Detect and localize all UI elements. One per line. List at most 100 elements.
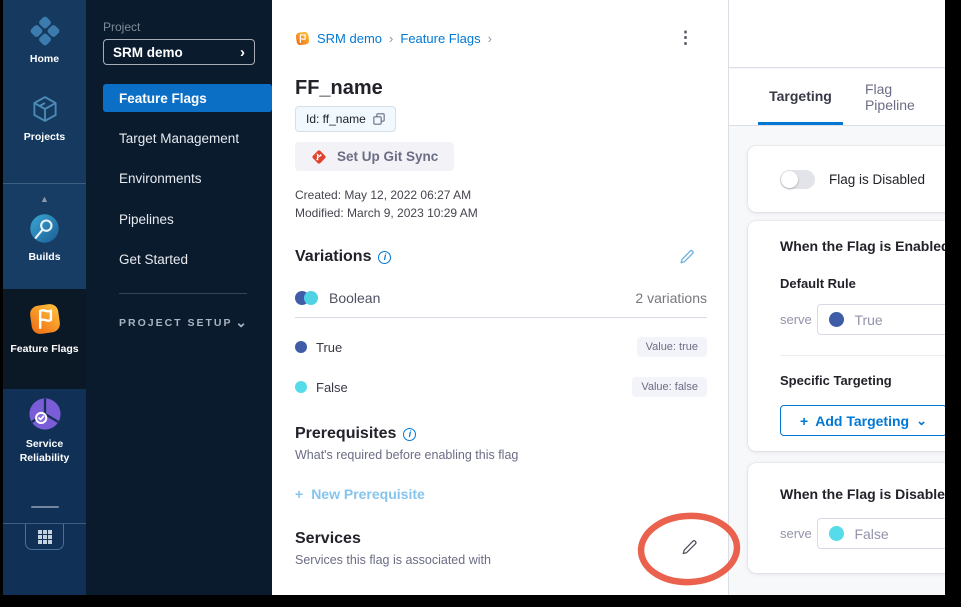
false-variant-dot xyxy=(829,526,844,541)
plus-icon: + xyxy=(295,486,303,502)
git-icon xyxy=(311,149,327,165)
prerequisites-subtitle: What's required before enabling this fla… xyxy=(295,448,707,462)
serve-value: False xyxy=(854,526,888,542)
variations-header: Variations i xyxy=(295,248,707,266)
variations-title: Variations xyxy=(295,248,371,266)
app-window: Home Projects ▲ Builds xyxy=(3,0,945,595)
variation-value-badge: Value: false xyxy=(632,377,707,397)
project-name: SRM demo xyxy=(113,45,240,60)
info-icon[interactable]: i xyxy=(378,251,391,264)
sidebar-item-projects[interactable]: Projects xyxy=(3,94,86,144)
add-targeting-label: Add Targeting xyxy=(815,413,909,429)
project-selector[interactable]: SRM demo › xyxy=(103,39,255,65)
feature-flags-icon xyxy=(28,302,62,336)
edit-variations-icon[interactable] xyxy=(679,249,695,265)
serve-variation-select[interactable]: False xyxy=(817,518,945,549)
module-picker-button[interactable] xyxy=(25,524,64,550)
breadcrumb-project-link[interactable]: SRM demo xyxy=(317,31,382,46)
flag-state-label: Flag is Disabled xyxy=(829,172,925,187)
breadcrumb: SRM demo › Feature Flags › xyxy=(295,31,707,46)
module-rail: Home Projects ▲ Builds xyxy=(3,0,86,595)
git-sync-label: Set Up Git Sync xyxy=(337,149,438,164)
rail-section-builds: ▲ Builds xyxy=(3,183,86,289)
prerequisites-header: Prerequisites i xyxy=(295,425,707,443)
sidebar-item-label: Feature Flags xyxy=(9,342,81,356)
copy-icon[interactable] xyxy=(373,113,385,125)
sidebar-item-label: Projects xyxy=(9,130,81,144)
prerequisites-title: Prerequisites xyxy=(295,425,396,443)
variation-row-true: True Value: true xyxy=(295,337,707,357)
plus-icon: + xyxy=(800,413,808,429)
variation-name: False xyxy=(316,380,348,395)
created-timestamp: Created: May 12, 2022 06:27 AM xyxy=(295,188,707,202)
true-variant-dot xyxy=(295,341,307,353)
flag-disabled-card: When the Flag is Disabled serve False xyxy=(748,463,945,573)
breadcrumb-page-link[interactable]: Feature Flags xyxy=(400,31,480,46)
service-reliability-icon xyxy=(28,397,62,431)
services-title: Services xyxy=(295,530,361,548)
flag-id-text: Id: ff_name xyxy=(306,112,366,126)
sidebar-item-label: Feature Flags xyxy=(119,91,207,106)
sidebar-item-home[interactable]: Home xyxy=(3,16,86,66)
divider xyxy=(295,317,707,318)
edit-services-icon[interactable] xyxy=(681,539,698,556)
false-variant-dot xyxy=(295,381,307,393)
page-title: FF_name xyxy=(295,77,707,100)
enabled-card-title: When the Flag is Enabled i xyxy=(780,238,945,254)
variation-name: True xyxy=(316,340,342,355)
sidebar-divider xyxy=(119,293,247,294)
serve-variation-select[interactable]: True xyxy=(817,304,945,335)
rail-collapse-handle[interactable] xyxy=(31,506,59,508)
sidebar-item-environments[interactable]: Environments xyxy=(119,171,202,186)
targeting-panel: Targeting Flag Pipeline Flag is Disabled… xyxy=(728,0,945,595)
flag-id-chip: Id: ff_name xyxy=(295,106,396,132)
variation-value-badge: Value: true xyxy=(637,337,707,357)
chevron-right-icon: › xyxy=(389,31,393,46)
tab-targeting[interactable]: Targeting xyxy=(758,69,843,125)
sidebar-item-target-management[interactable]: Target Management xyxy=(119,131,239,146)
collapse-up-icon[interactable]: ▲ xyxy=(3,192,86,206)
rail-section-general: Home Projects xyxy=(3,0,86,183)
sidebar-item-service-reliability[interactable]: Service Reliability xyxy=(3,397,86,465)
sidebar-item-feature-flags-page[interactable]: Feature Flags xyxy=(103,84,272,112)
sidebar-item-pipelines[interactable]: Pipelines xyxy=(119,212,174,227)
variation-type-label: Boolean xyxy=(329,290,380,306)
builds-icon xyxy=(29,213,60,244)
sidebar-item-feature-flags[interactable]: Feature Flags xyxy=(3,302,86,356)
setup-git-sync-button[interactable]: Set Up Git Sync xyxy=(295,142,454,171)
chevron-down-icon: ⌄ xyxy=(916,413,927,429)
projects-icon xyxy=(30,94,60,124)
sidebar-item-label: Builds xyxy=(9,250,81,264)
disabled-serve-row: serve False xyxy=(780,518,945,549)
project-label: Project xyxy=(103,20,140,34)
rail-section-feature-flags: Feature Flags xyxy=(3,289,86,389)
variation-row-false: False Value: false xyxy=(295,377,707,397)
rail-section-service-reliability: Service Reliability xyxy=(3,389,86,595)
new-prerequisite-label: New Prerequisite xyxy=(311,486,425,502)
project-sidebar: Project SRM demo › Feature Flags Target … xyxy=(86,0,272,595)
info-icon[interactable]: i xyxy=(403,428,416,441)
divider xyxy=(780,355,945,356)
boolean-type-icon xyxy=(295,291,319,305)
sidebar-item-builds[interactable]: Builds xyxy=(3,213,86,264)
flag-enabled-card: When the Flag is Enabled i Default Rule … xyxy=(748,221,945,451)
modified-timestamp: Modified: March 9, 2023 10:29 AM xyxy=(295,206,707,220)
variation-count: 2 variations xyxy=(635,290,707,306)
grid-icon xyxy=(38,530,52,544)
default-rule-label: Default Rule xyxy=(780,276,945,291)
sidebar-item-label: Home xyxy=(9,52,81,66)
panel-header xyxy=(729,0,945,68)
project-setup-label: PROJECT SETUP xyxy=(119,317,235,329)
flag-state-card: Flag is Disabled xyxy=(748,146,945,212)
true-variant-dot xyxy=(829,312,844,327)
tab-flag-pipeline[interactable]: Flag Pipeline xyxy=(863,69,945,125)
serve-label: serve xyxy=(780,312,817,327)
disabled-card-title: When the Flag is Disabled xyxy=(780,486,945,502)
kebab-menu-icon[interactable]: ⋮ xyxy=(677,29,694,46)
flag-enabled-toggle[interactable] xyxy=(780,170,815,189)
sidebar-item-get-started[interactable]: Get Started xyxy=(119,252,188,267)
panel-tabs: Targeting Flag Pipeline xyxy=(729,69,945,126)
add-targeting-button[interactable]: + Add Targeting ⌄ xyxy=(780,405,945,436)
new-prerequisite-link[interactable]: + New Prerequisite xyxy=(295,486,455,502)
project-setup-section[interactable]: PROJECT SETUP ⌄ xyxy=(119,314,247,331)
